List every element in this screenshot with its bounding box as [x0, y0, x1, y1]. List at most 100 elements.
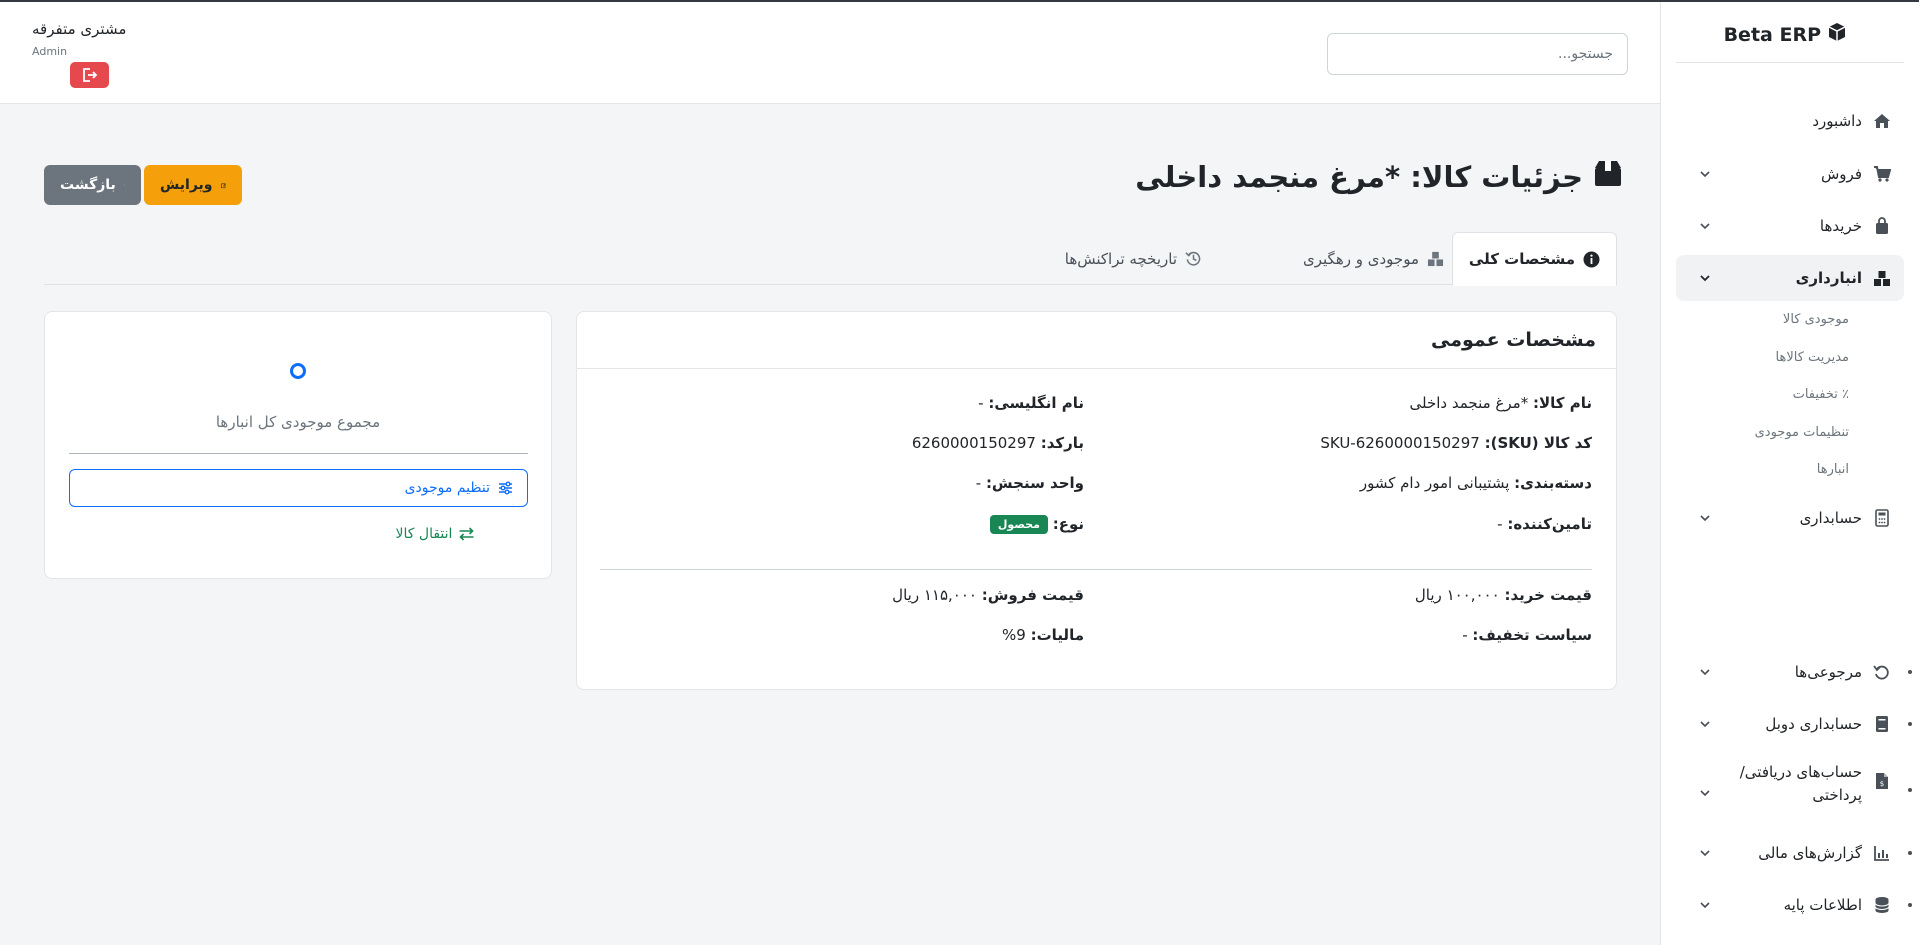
chevron-down-icon — [1700, 223, 1710, 230]
adjust-stock-button[interactable]: تنظیم موجودی — [69, 469, 528, 507]
sidebar-subitem-stock[interactable]: موجودی کالا — [1783, 312, 1849, 327]
sidebar-item-label: فروش — [1820, 165, 1862, 183]
sidebar-item-financial-reports[interactable]: گزارش‌های مالی — [1676, 830, 1904, 876]
bullet-dot — [1908, 903, 1912, 907]
sidebar-item-label: مرجوعی‌ها — [1794, 663, 1862, 681]
tab-bar: مشخصات کلی موجودی و رهگیری تاریخچه تراکن… — [44, 232, 1617, 286]
chevron-down-icon — [1700, 721, 1710, 728]
top-header: مشتری متفرقه Admin — [0, 2, 1660, 104]
cart-icon — [1872, 164, 1892, 184]
sidebar-item-returns[interactable]: مرجوعی‌ها — [1676, 649, 1904, 695]
field-sale-price: قیمت فروش: ۱۱۵,۰۰۰ ریال — [892, 586, 1084, 604]
sidebar-item-basic-data[interactable]: اطلاعات پایه — [1676, 882, 1904, 928]
sidebar-item-double-accounting[interactable]: حسابداری دوبل — [1676, 701, 1904, 747]
total-stock-label: مجموع موجودی کل انبارها — [215, 413, 381, 431]
svg-text:$: $ — [1880, 780, 1884, 788]
chevron-down-icon — [1700, 171, 1710, 178]
back-button[interactable]: بازگشت — [44, 165, 141, 205]
field-discount-policy: سیاست تخفیف: - — [1462, 626, 1592, 644]
book-icon — [1872, 714, 1892, 734]
user-name: مشتری متفرقه — [32, 20, 127, 38]
sidebar-item-label: حساب‌های دریافتی/پرداختی — [1739, 763, 1862, 804]
transfer-stock-link[interactable]: انتقال کالا — [396, 526, 475, 542]
field-supplier: تامین‌کننده: - — [1497, 515, 1592, 533]
chevron-down-icon — [1700, 515, 1710, 522]
tab-stock-tracking[interactable]: موجودی و رهگیری — [1287, 232, 1460, 285]
back-button-label: بازگشت — [60, 177, 116, 193]
logout-icon — [82, 68, 97, 82]
history-icon — [1185, 251, 1201, 266]
sidebar-item-accounting[interactable]: حسابداری — [1676, 495, 1904, 541]
info-icon — [1583, 251, 1600, 267]
logout-button[interactable] — [70, 62, 109, 88]
calculator-icon — [1872, 508, 1892, 528]
bullet-dot — [1908, 851, 1912, 855]
field-purchase-price: قیمت خرید: ۱۰۰,۰۰۰ ریال — [1414, 586, 1592, 604]
stock-summary-card: مجموع موجودی کل انبارها تنظیم موجودی انت… — [44, 311, 552, 579]
bag-icon — [1872, 216, 1892, 236]
user-role: Admin — [32, 45, 68, 58]
sidebar-item-label: حسابداری — [1799, 509, 1862, 527]
sidebar: Beta ERP داشبورد فروش خریدها انبارداری م… — [1660, 2, 1919, 945]
sidebar-item-label: حسابداری دوبل — [1765, 715, 1862, 733]
sidebar-subitem-stock-settings[interactable]: تنظیمات موجودی — [1755, 425, 1849, 440]
divider — [600, 569, 1592, 570]
sidebar-item-purchases[interactable]: خریدها — [1676, 203, 1904, 249]
field-category: دسته‌بندی: پشتیبانی امور دام کشور — [1359, 474, 1592, 492]
field-tax: مالیات: 9% — [1002, 626, 1084, 644]
field-product-name: نام کالا: *مرغ منجمد داخلی — [1409, 394, 1592, 412]
adjust-stock-label: تنظیم موجودی — [404, 480, 490, 496]
brand-name: Beta ERP — [1723, 23, 1821, 46]
tab-label: مشخصات کلی — [1468, 250, 1575, 268]
type-badge: محصول — [989, 515, 1048, 534]
chevron-down-icon — [1700, 790, 1710, 797]
brand[interactable]: Beta ERP — [1724, 22, 1847, 47]
sliders-icon — [499, 481, 512, 495]
bullet-dot — [1908, 670, 1912, 674]
field-unit: واحد سنجش: - — [975, 474, 1084, 492]
invoice-icon: $ — [1872, 771, 1892, 791]
bullet-dot — [1908, 722, 1912, 726]
edit-button[interactable]: ویرایش — [144, 165, 242, 205]
sidebar-item-label: داشبورد — [1812, 112, 1862, 130]
general-info-card: مشخصات عمومی نام کالا: *مرغ منجمد داخلی … — [576, 311, 1617, 690]
tab-label: تاریخچه تراکنش‌ها — [1064, 249, 1177, 268]
field-barcode: بارکد: 6260000150297 — [911, 434, 1084, 452]
transfer-stock-label: انتقال کالا — [395, 526, 453, 542]
sidebar-item-label: انبارداری — [1795, 269, 1862, 287]
search-input[interactable] — [1327, 33, 1628, 75]
sidebar-subitem-warehouses[interactable]: انبارها — [1817, 462, 1849, 477]
sidebar-item-inventory[interactable]: انبارداری — [1676, 255, 1904, 301]
field-type: نوع: محصول — [989, 515, 1084, 534]
database-icon — [1872, 895, 1892, 915]
edit-button-label: ویرایش — [160, 177, 213, 193]
card-title: مشخصات عمومی — [577, 312, 1616, 369]
field-sku: کد کالا (SKU): SKU-6260000150297 — [1320, 434, 1592, 452]
chevron-down-icon — [1700, 275, 1710, 282]
loading-spinner — [290, 363, 306, 379]
chevron-down-icon — [1700, 669, 1710, 676]
tab-label: موجودی و رهگیری — [1303, 249, 1419, 268]
brand-divider — [1676, 62, 1904, 63]
sidebar-item-label: خریدها — [1819, 217, 1862, 235]
undo-icon — [1872, 662, 1892, 682]
edit-icon — [220, 182, 226, 188]
exchange-icon — [459, 527, 474, 541]
box-icon — [1593, 158, 1623, 195]
divider — [69, 453, 528, 454]
field-english-name: نام انگلیسی: - — [978, 394, 1084, 412]
sidebar-item-receivables-payables[interactable]: $ حساب‌های دریافتی/پرداختی — [1676, 755, 1904, 813]
sidebar-subitem-products[interactable]: مدیریت کالاها — [1776, 350, 1849, 365]
boxes-icon — [1872, 268, 1892, 288]
tab-transaction-history[interactable]: تاریخچه تراکنش‌ها — [1049, 232, 1218, 285]
page-title: جزئیات کالا: *مرغ منجمد داخلی — [1135, 158, 1623, 195]
tab-general[interactable]: مشخصات کلی — [1451, 232, 1617, 286]
home-icon — [1872, 111, 1892, 131]
sidebar-subitem-discounts[interactable]: ٪ تخفیفات — [1793, 387, 1849, 402]
sidebar-item-sales[interactable]: فروش — [1676, 151, 1904, 197]
box-icon — [1827, 22, 1847, 47]
chart-icon — [1872, 843, 1892, 863]
sidebar-item-dashboard[interactable]: داشبورد — [1676, 98, 1904, 144]
sidebar-item-label: اطلاعات پایه — [1783, 896, 1862, 914]
bullet-dot — [1908, 788, 1912, 792]
